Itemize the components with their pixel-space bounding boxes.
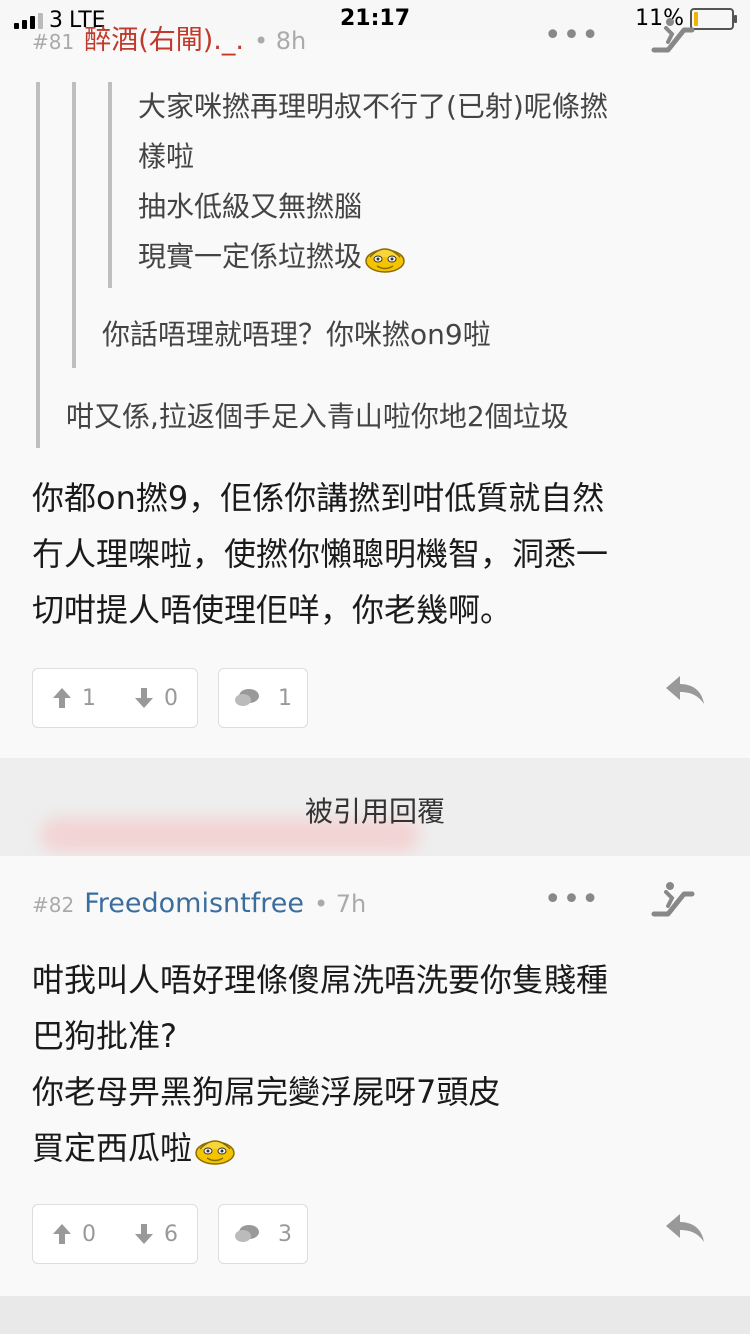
- post-81-body: 你都on撚9，佢係你講撚到咁低質就自然 冇人理㗎啦，使撚你懶聰明機智，洞悉一 切…: [32, 470, 608, 638]
- upvote-count: 1: [82, 685, 96, 711]
- comment-icon: [235, 1225, 259, 1242]
- reply-icon[interactable]: [664, 1212, 706, 1244]
- battery-icon: [690, 7, 737, 30]
- quote-line-with-emoji: 現實一定係垃撚圾: [138, 232, 608, 282]
- upvote-button[interactable]: 1: [52, 686, 96, 711]
- body-line: 咁我叫人唔好理條傻屌洗唔洗要你隻賤種: [32, 961, 609, 999]
- body-line: 冇人理㗎啦，使撚你懶聰明機智，洞悉一: [32, 535, 609, 573]
- up-arrow-icon: [53, 688, 71, 708]
- down-arrow-icon: [135, 1224, 153, 1244]
- body-line: 切咁提人唔使理佢咩，你老幾啊。: [32, 591, 513, 629]
- author-name[interactable]: 醉酒(右閘)._.: [84, 18, 244, 57]
- reply-icon[interactable]: [664, 674, 706, 706]
- escalator-icon[interactable]: [650, 16, 696, 56]
- up-arrow-icon: [53, 1224, 71, 1244]
- quote-level-2-text: 你話唔理就唔理？你咪撚on9啦: [102, 318, 491, 351]
- post-82-header: #82 Freedomisntfree • 7h: [32, 888, 366, 919]
- quote-line: 現實一定係垃撚圾: [138, 240, 363, 273]
- post-number: #82: [32, 893, 75, 917]
- body-line: 買定西瓜啦: [32, 1129, 193, 1167]
- body-line: 巴狗批准?: [32, 1017, 177, 1055]
- comment-icon: [235, 689, 259, 706]
- post-age: • 8h: [253, 27, 307, 55]
- quote-line: 大家咪撚再理明叔不行了(已射)呢條撚: [138, 90, 608, 123]
- down-arrow-icon: [135, 688, 153, 708]
- replies-button[interactable]: 3: [218, 1204, 308, 1264]
- downvote-count: 6: [164, 1221, 178, 1247]
- replies-count: 3: [278, 1221, 292, 1247]
- upvote-count: 0: [82, 1221, 96, 1247]
- body-line-with-emoji: 買定西瓜啦: [32, 1120, 608, 1176]
- downvote-button[interactable]: 6: [134, 1222, 178, 1247]
- quote-level-3: [108, 82, 112, 288]
- quote-level-2: [72, 82, 76, 368]
- quoted-replies-divider[interactable]: 被引用回覆: [0, 758, 750, 856]
- quote-line: 樣啦: [138, 140, 195, 173]
- author-name[interactable]: Freedomisntfree: [84, 888, 304, 919]
- post-age-value: 7h: [335, 890, 367, 918]
- post-age: • 7h: [313, 890, 367, 918]
- emoji-icon: [195, 1140, 235, 1165]
- body-line: 你老母畀黑狗屌完變浮屍呀7頭皮: [32, 1073, 501, 1111]
- downvote-button[interactable]: 0: [134, 686, 178, 711]
- post-82-body: 咁我叫人唔好理條傻屌洗唔洗要你隻賤種 巴狗批准? 你老母畀黑狗屌完變浮屍呀7頭皮…: [32, 952, 608, 1176]
- body-line: 你都on撚9，佢係你講撚到咁低質就自然: [32, 479, 605, 517]
- post-81-header: #81 醉酒(右閘)._. • 8h: [32, 18, 306, 57]
- post-number: #81: [32, 30, 75, 54]
- replies-button[interactable]: 1: [218, 668, 308, 728]
- emoji-icon: [365, 248, 405, 273]
- quote-level-3-text: 大家咪撚再理明叔不行了(已射)呢條撚 樣啦 抽水低級又無撚腦 現實一定係垃撚圾: [138, 82, 608, 282]
- more-icon[interactable]: •••: [544, 18, 600, 53]
- downvote-count: 0: [164, 685, 178, 711]
- quote-level-1: [36, 82, 40, 448]
- quote-level-1-text: 咁又係,拉返個手足入青山啦你地2個垃圾: [66, 400, 569, 433]
- more-icon[interactable]: •••: [544, 882, 600, 917]
- replies-count: 1: [278, 685, 292, 711]
- vote-box: 1 0: [32, 668, 198, 728]
- next-post-strip: [0, 1296, 750, 1334]
- upvote-button[interactable]: 0: [52, 1222, 96, 1247]
- escalator-icon[interactable]: [650, 880, 696, 920]
- vote-box: 0 6: [32, 1204, 198, 1264]
- quote-line: 抽水低級又無撚腦: [138, 190, 363, 223]
- post-age-value: 8h: [275, 27, 307, 55]
- divider-label: 被引用回覆: [304, 795, 445, 828]
